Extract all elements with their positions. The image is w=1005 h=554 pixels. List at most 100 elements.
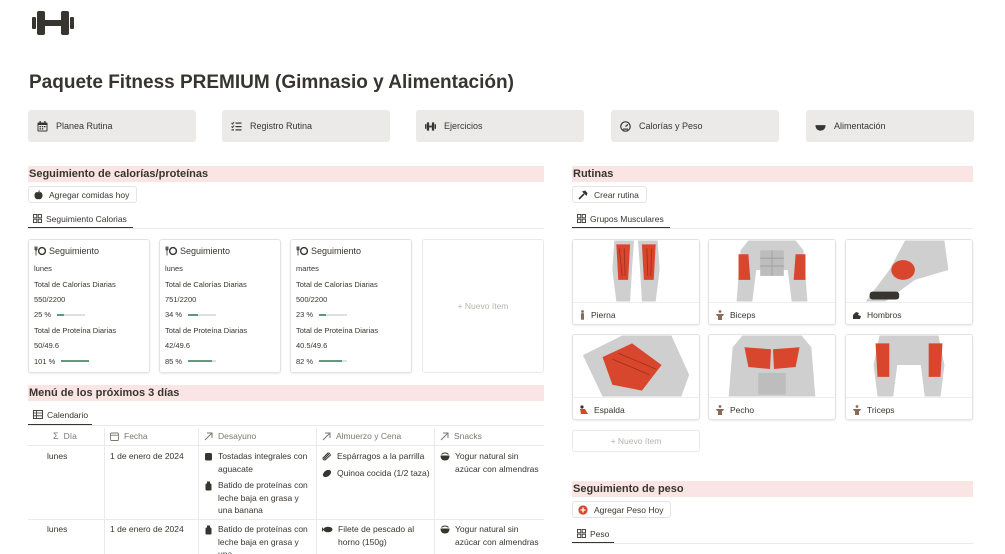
food-item: Espárragos a la parrilla — [337, 451, 425, 461]
divider — [28, 519, 544, 520]
group-card-pierna[interactable]: Pierna — [572, 239, 700, 325]
agregar-peso-button[interactable]: Agregar Peso Hoy — [572, 501, 672, 518]
card-cal-value: 751/2200 — [165, 294, 197, 304]
relation-arrow-icon — [322, 432, 331, 441]
nuevo-item-group-button[interactable]: + Nuevo ítem — [572, 430, 700, 452]
add-circle-icon — [578, 504, 588, 515]
dumbbell-logo-icon — [32, 11, 74, 35]
checklist-icon — [231, 121, 242, 132]
button-label: Crear rutina — [594, 189, 639, 200]
nuevo-item-card-button[interactable]: + Nuevo ítem — [422, 239, 544, 373]
card-title: Seguimiento — [49, 246, 100, 256]
tab-seguimiento-calorias[interactable]: Seguimiento Calorias — [33, 212, 127, 225]
column-divider — [434, 428, 435, 554]
nav-label: Alimentación — [834, 121, 886, 131]
chest-muscle-image — [709, 335, 835, 397]
agregar-comidas-button[interactable]: Agregar comidas hoy — [28, 186, 138, 203]
group-card-biceps[interactable]: Biceps — [708, 239, 836, 325]
cell-dia[interactable]: lunes — [47, 450, 67, 463]
calorie-progress-bar — [319, 313, 348, 316]
protein-progress-bar — [188, 360, 217, 363]
group-card-triceps[interactable]: Triceps — [845, 334, 973, 420]
hammer-icon — [578, 190, 588, 200]
card-prot-pct: 82 % — [296, 356, 314, 366]
back-muscle-image — [573, 335, 699, 397]
sigma-icon: Σ — [53, 431, 59, 441]
toast-icon — [204, 452, 213, 461]
cell-snacks[interactable]: Yogur natural sin azúcar con almendras — [440, 523, 540, 548]
column-header-almuerzo[interactable]: Almuerzo y Cena — [322, 428, 401, 444]
food-item: Yogur natural sin azúcar con almendras — [455, 524, 539, 547]
card-title: Seguimiento — [311, 246, 362, 256]
group-card-espalda[interactable]: Espalda — [572, 334, 700, 420]
person-icon — [715, 404, 725, 415]
card-title: Seguimiento — [180, 246, 231, 256]
column-header-fecha[interactable]: Fecha — [110, 428, 148, 444]
group-label: Pierna — [591, 309, 616, 320]
tab-grupos-musculares[interactable]: Grupos Musculares — [577, 212, 664, 225]
tab-peso[interactable]: Peso — [577, 527, 609, 540]
triceps-muscle-image — [846, 335, 972, 397]
tab-label: Calendario — [47, 409, 89, 420]
calorie-progress-bar — [57, 313, 86, 316]
person-icon — [852, 404, 862, 415]
quinoa-icon — [322, 469, 332, 478]
seguimiento-card[interactable]: Seguimiento lunes Total de Calorías Diar… — [159, 239, 281, 373]
cell-dia[interactable]: lunes — [47, 523, 67, 536]
button-label: Agregar comidas hoy — [49, 189, 130, 200]
yogurt-bowl-icon — [440, 525, 450, 534]
column-header-desayuno[interactable]: Desayuno — [204, 428, 256, 444]
divider — [28, 445, 544, 446]
tab-label: Seguimiento Calorias — [46, 213, 127, 224]
cell-fecha[interactable]: 1 de enero de 2024 — [110, 523, 184, 536]
flex-arm-icon — [852, 310, 862, 320]
group-label: Espalda — [594, 404, 625, 415]
calorias-section-header: Seguimiento de calorías/proteínas — [28, 166, 544, 182]
table-icon — [33, 410, 43, 419]
card-cal-value: 500/2200 — [296, 294, 328, 304]
nav-ejercicios-button[interactable]: Ejercicios — [416, 110, 584, 142]
cell-desayuno[interactable]: Batido de proteínas con leche baja en gr… — [204, 523, 314, 554]
page-title: Paquete Fitness PREMIUM (Gimnasio y Alim… — [29, 72, 514, 93]
food-item: Filete de pescado al horno (150g) — [338, 524, 415, 547]
nav-planea-rutina-button[interactable]: Planea Rutina — [28, 110, 196, 142]
crear-rutina-button[interactable]: Crear rutina — [572, 186, 647, 203]
group-card-hombros[interactable]: Hombros — [845, 239, 973, 325]
column-header-snacks[interactable]: Snacks — [440, 428, 482, 444]
column-divider — [104, 428, 105, 554]
card-cal-pct: 23 % — [296, 310, 314, 320]
asparagus-icon — [322, 452, 332, 461]
food-item: Quinoa cocida (1/2 taza) — [337, 467, 430, 478]
seguimiento-card[interactable]: Seguimiento lunes Total de Calorías Diar… — [28, 239, 150, 373]
card-day: martes — [296, 264, 319, 274]
cell-snacks[interactable]: Yogur natural sin azúcar con almendras — [440, 450, 540, 475]
card-cal-value: 550/2200 — [34, 294, 66, 304]
gauge-icon — [620, 120, 631, 132]
food-item: Tostadas integrales con aguacate — [218, 451, 308, 474]
group-card-pecho[interactable]: Pecho — [708, 334, 836, 420]
card-cal-label: Total de Calorías Diarias — [165, 279, 247, 289]
card-cal-label: Total de Calorías Diarias — [34, 279, 116, 289]
grid-icon — [33, 214, 42, 223]
relation-arrow-icon — [204, 432, 213, 441]
nav-alimentacion-button[interactable]: Alimentación — [806, 110, 974, 142]
card-prot-label: Total de Proteína Diarias — [165, 325, 248, 335]
seguimiento-card[interactable]: Seguimiento martes Total de Calorías Dia… — [290, 239, 412, 373]
tab-calendario[interactable]: Calendario — [33, 408, 88, 421]
cell-almuerzo[interactable]: Filete de pescado al horno (150g) — [322, 523, 432, 548]
divider — [28, 228, 544, 229]
fish-icon — [322, 525, 333, 534]
card-cal-pct: 34 % — [165, 310, 183, 320]
cell-almuerzo[interactable]: Espárragos a la parrilla Quinoa cocida (… — [322, 450, 432, 479]
cell-fecha[interactable]: 1 de enero de 2024 — [110, 450, 184, 463]
menu-section-header: Menú de los próximos 3 días — [28, 385, 544, 401]
column-header-dia[interactable]: Σ Día — [53, 428, 77, 444]
group-label: Pecho — [730, 404, 755, 415]
cell-desayuno[interactable]: Tostadas integrales con aguacate Batido … — [204, 450, 314, 517]
nav-calorias-peso-button[interactable]: Calorías y Peso — [611, 110, 779, 142]
nav-registro-rutina-button[interactable]: Registro Rutina — [222, 110, 390, 142]
card-cal-label: Total de Calorías Diarias — [296, 279, 378, 289]
calorie-progress-bar — [188, 313, 217, 316]
tab-label: Peso — [590, 528, 610, 539]
shoulder-muscle-image — [846, 240, 972, 302]
